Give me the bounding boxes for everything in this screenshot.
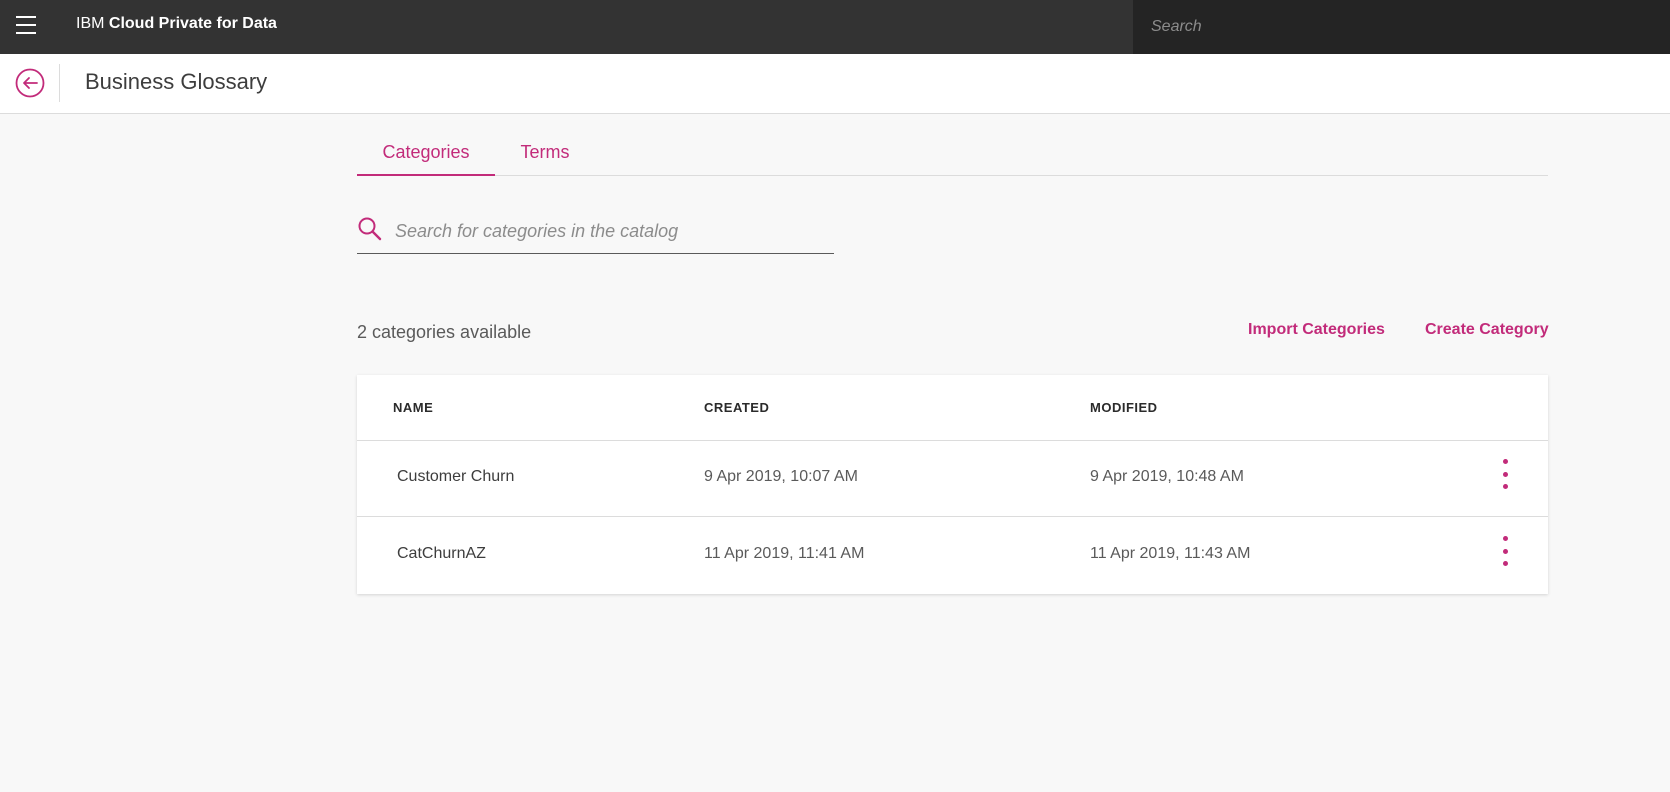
tab-terms[interactable]: Terms — [495, 128, 595, 176]
create-category-link[interactable]: Create Category — [1425, 321, 1549, 339]
modified-cell: 9 Apr 2019, 10:48 AM — [1090, 468, 1244, 485]
brand-name: Cloud Private for Data — [108, 15, 277, 32]
categories-table: NAME CREATED MODIFIED Customer Churn 9 A… — [357, 375, 1548, 594]
back-button[interactable] — [15, 68, 45, 98]
page-title: Business Glossary — [85, 69, 268, 94]
table-row[interactable]: Customer Churn 9 Apr 2019, 10:07 AM 9 Ap… — [357, 441, 1548, 517]
table-row[interactable]: CatChurnAZ 11 Apr 2019, 11:41 AM 11 Apr … — [357, 518, 1548, 594]
modified-cell: 11 Apr 2019, 11:43 AM — [1090, 545, 1251, 562]
column-header-created[interactable]: CREATED — [704, 400, 769, 415]
created-cell: 11 Apr 2019, 11:41 AM — [704, 545, 865, 562]
category-name-cell[interactable]: CatChurnAZ — [397, 545, 486, 563]
arrow-left-circle-icon — [15, 68, 45, 98]
tab-label: Categories — [382, 142, 470, 162]
global-search-input[interactable] — [1133, 0, 1670, 54]
column-header-modified[interactable]: MODIFIED — [1090, 400, 1158, 415]
category-name-cell[interactable]: Customer Churn — [397, 468, 514, 486]
table-header: NAME CREATED MODIFIED — [357, 375, 1548, 441]
magnifier-icon — [358, 217, 382, 241]
tab-bar: Categories Terms — [357, 128, 1548, 176]
categories-count: 2 categories available — [357, 322, 532, 342]
column-header-name[interactable]: NAME — [393, 400, 433, 415]
hamburger-menu-icon[interactable] — [16, 16, 36, 34]
import-categories-link[interactable]: Import Categories — [1248, 321, 1385, 339]
product-brand[interactable]: IBM Cloud Private for Data — [76, 15, 277, 33]
category-search — [357, 210, 834, 254]
header-divider — [59, 64, 60, 102]
tab-categories[interactable]: Categories — [357, 128, 495, 176]
created-cell: 9 Apr 2019, 10:07 AM — [704, 468, 858, 485]
overflow-vertical-icon[interactable] — [1497, 536, 1513, 566]
page-header: Business Glossary — [0, 54, 1670, 114]
category-search-input[interactable] — [395, 214, 825, 248]
brand-prefix: IBM — [76, 15, 105, 32]
top-navigation-bar: IBM Cloud Private for Data — [0, 0, 1670, 54]
tab-label: Terms — [520, 142, 570, 162]
overflow-vertical-icon[interactable] — [1497, 459, 1513, 489]
